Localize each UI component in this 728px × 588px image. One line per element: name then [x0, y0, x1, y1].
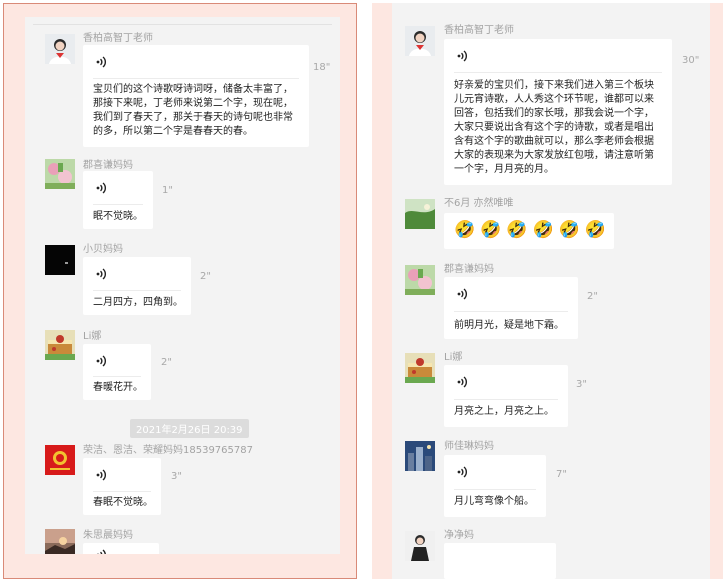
voice-message-icon[interactable]	[95, 55, 109, 69]
transcript-divider	[93, 204, 143, 205]
chat-thread-right: 香柏高智丁老师 好亲爱的宝贝们，接下来我们进入第三个板块 儿元宵诗歌，人人秀这个…	[392, 3, 710, 579]
voice-duration: 18"	[313, 62, 331, 73]
voice-duration: 30"	[682, 55, 700, 66]
transcript-divider	[454, 489, 536, 490]
sender-name: 郡喜谦妈妈	[83, 160, 133, 171]
avatar-teacher[interactable]	[405, 26, 435, 56]
transcript-divider	[454, 399, 558, 400]
voice-duration: 2"	[161, 357, 172, 368]
voice-message-icon[interactable]	[95, 354, 109, 368]
face-with-tears-of-joy-emoji: 🤣	[532, 220, 554, 240]
sender-name: 师佳琳妈妈	[444, 441, 494, 452]
avatar-dark[interactable]	[45, 245, 75, 275]
voice-duration: 3"	[576, 379, 587, 390]
sender-name: Li娜	[83, 331, 102, 342]
sender-name: 小贝妈妈	[83, 244, 123, 255]
sender-name: 香柏高智丁老师	[83, 33, 153, 44]
face-with-tears-of-joy-emoji: 🤣	[454, 220, 476, 240]
avatar-sunset[interactable]	[45, 529, 75, 554]
voice-message-bubble[interactable]	[83, 543, 159, 554]
voice-message-icon[interactable]	[456, 375, 470, 389]
voice-message-bubble[interactable]: 好亲爱的宝贝们，接下来我们进入第三个板块 儿元宵诗歌，人人秀这个环节呢，谁都可以…	[444, 39, 672, 185]
sender-name: 荣洁、恩洁、荣耀妈妈18539765787	[83, 445, 253, 456]
sender-name: 净净妈	[444, 530, 474, 541]
face-with-tears-of-joy-emoji: 🤣	[506, 220, 528, 240]
voice-transcript: 月亮之上，月亮之上。	[454, 406, 554, 417]
transcript-divider	[93, 491, 151, 492]
transcript-divider	[93, 290, 181, 291]
avatar-cake[interactable]	[45, 330, 75, 360]
voice-message-icon[interactable]	[95, 468, 109, 482]
voice-transcript: 好亲爱的宝贝们，接下来我们进入第三个板块 儿元宵诗歌，人人秀这个环节呢，谁都可以…	[454, 80, 654, 175]
voice-message-icon[interactable]	[456, 49, 470, 63]
voice-transcript: 月儿弯弯像个船。	[454, 496, 534, 507]
face-with-tears-of-joy-emoji: 🤣	[584, 220, 607, 240]
emoji-row: 🤣 🤣 🤣 🤣 🤣 🤣	[454, 219, 606, 241]
voice-message-icon[interactable]	[95, 181, 109, 195]
voice-message-bubble[interactable]: 二月四方，四角到。	[83, 257, 191, 315]
sender-name: Li娜	[444, 352, 463, 363]
voice-message-bubble[interactable]: 月亮之上，月亮之上。	[444, 365, 568, 427]
face-with-tears-of-joy-emoji: 🤣	[480, 220, 502, 240]
voice-duration: 2"	[200, 271, 211, 282]
voice-transcript: 二月四方，四角到。	[93, 297, 183, 308]
avatar-flower[interactable]	[405, 265, 435, 295]
sender-name: 香柏高智丁老师	[444, 25, 514, 36]
right-chat-screenshot: 香柏高智丁老师 好亲爱的宝贝们，接下来我们进入第三个板块 儿元宵诗歌，人人秀这个…	[372, 3, 723, 579]
voice-duration: 3"	[171, 471, 182, 482]
avatar-flower[interactable]	[45, 159, 75, 189]
transcript-divider	[454, 311, 568, 312]
message-timestamp: 2021年2月26日 20:39	[130, 419, 249, 438]
voice-transcript: 宝贝们的这个诗歌呀诗词呀，储备太丰富了， 那接下来呢，丁老师来说第二个字，现在呢…	[93, 84, 293, 137]
avatar-cake[interactable]	[405, 353, 435, 383]
voice-message-icon[interactable]	[456, 287, 470, 301]
voice-duration: 2"	[587, 291, 598, 302]
voice-message-icon[interactable]	[95, 548, 109, 554]
avatar-person[interactable]	[405, 531, 435, 561]
voice-message-bubble[interactable]: 眠不觉晓。	[83, 171, 153, 229]
voice-transcript: 春暖花开。	[93, 382, 143, 393]
voice-message-bubble[interactable]: 春眠不觉晓。	[83, 458, 161, 515]
voice-transcript: 眠不觉晓。	[93, 211, 143, 222]
sender-name: 郡喜谦妈妈	[444, 264, 494, 275]
voice-duration: 1"	[162, 185, 173, 196]
sender-name: 朱思晨妈妈	[83, 530, 133, 541]
sender-name: 不6月 亦然唯唯	[444, 198, 514, 209]
chat-thread-left: 香柏高智丁老师 宝贝们的这个诗歌呀诗词呀，储备太丰富了， 那接下来呢，丁老师来说…	[25, 17, 340, 554]
avatar-nature[interactable]	[405, 199, 435, 229]
voice-message-bubble[interactable]: 前明月光，疑是地下霜。	[444, 277, 578, 339]
emoji-message-bubble[interactable]: 🤣 🤣 🤣 🤣 🤣 🤣	[444, 213, 614, 249]
voice-message-bubble[interactable]	[444, 543, 556, 579]
voice-message-bubble[interactable]: 春暖花开。	[83, 344, 151, 400]
avatar-city[interactable]	[405, 441, 435, 471]
avatar-teacher[interactable]	[45, 34, 75, 64]
avatar-red-logo[interactable]	[45, 445, 75, 475]
voice-message-bubble[interactable]: 月儿弯弯像个船。	[444, 455, 546, 517]
voice-message-bubble[interactable]: 宝贝们的这个诗歌呀诗词呀，储备太丰富了， 那接下来呢，丁老师来说第二个字，现在呢…	[83, 45, 309, 147]
voice-message-icon[interactable]	[456, 465, 470, 479]
voice-duration: 7"	[556, 469, 567, 480]
face-with-tears-of-joy-emoji: 🤣	[558, 220, 580, 240]
voice-transcript: 春眠不觉晓。	[93, 497, 153, 508]
transcript-divider	[454, 72, 662, 73]
left-chat-screenshot: 香柏高智丁老师 宝贝们的这个诗歌呀诗词呀，储备太丰富了， 那接下来呢，丁老师来说…	[3, 3, 357, 579]
voice-message-icon[interactable]	[95, 267, 109, 281]
transcript-divider	[93, 376, 141, 377]
transcript-divider	[93, 78, 299, 79]
voice-transcript: 前明月光，疑是地下霜。	[454, 320, 564, 331]
